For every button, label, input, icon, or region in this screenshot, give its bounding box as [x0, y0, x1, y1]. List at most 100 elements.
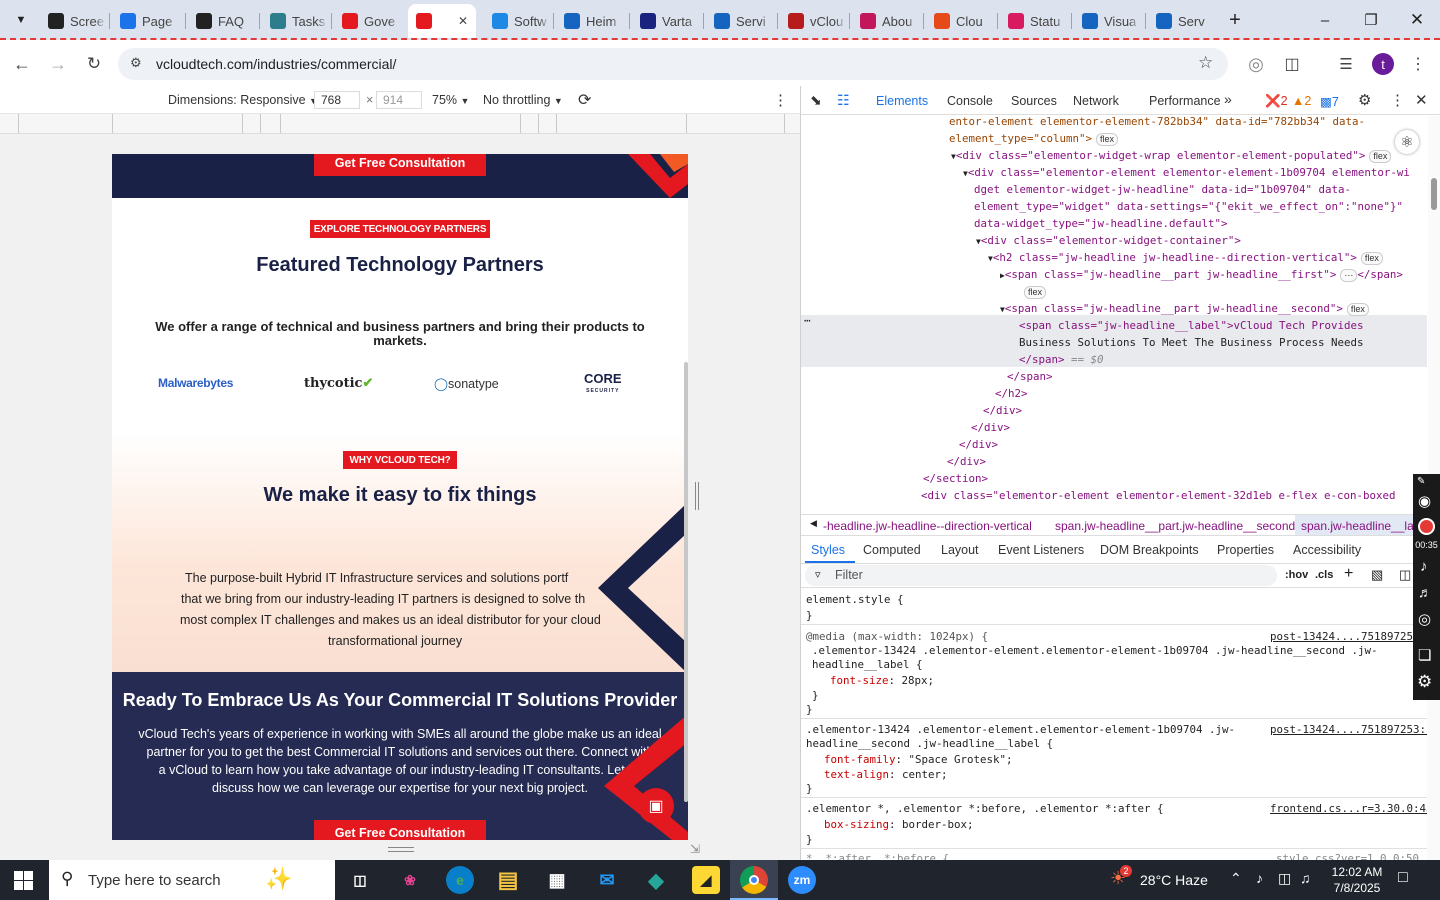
dom-line-3[interactable]: <div class="elementor-widget-wrap elemen…	[956, 149, 1366, 162]
css-property[interactable]: text-align	[824, 768, 889, 781]
dom-line-22[interactable]: </div>	[947, 455, 986, 468]
devtools-more-icon[interactable]: ⋮	[1390, 91, 1405, 109]
browser-tab[interactable]: Serv	[1148, 8, 1214, 34]
accessibility-icon[interactable]: ⚛	[1395, 130, 1419, 154]
task-view-icon[interactable]: ◫	[346, 866, 374, 894]
throttling-dropdown[interactable]: No throttling ▼	[483, 93, 563, 107]
flex-badge[interactable]: flex	[1096, 133, 1119, 146]
tab-elements[interactable]: Elements	[876, 94, 928, 108]
browser-tab[interactable]: Abou	[852, 8, 918, 34]
tray-mic-icon[interactable]: ♪	[1256, 870, 1263, 886]
new-tab-button[interactable]: +	[1220, 8, 1250, 32]
media-control-icon[interactable]: ☰	[1334, 52, 1358, 76]
style-selector[interactable]: .elementor-13424 .elementor-element.elem…	[812, 643, 1378, 658]
zoom-dropdown[interactable]: 75% ▼	[432, 93, 469, 107]
browser-tab[interactable]: Scree	[40, 8, 106, 34]
dom-line-8[interactable]: <div class="elementor-widget-container">	[981, 234, 1241, 247]
breadcrumb-item-3[interactable]: span.jw-headline__lab	[1295, 515, 1427, 535]
dom-line-10[interactable]: <span class="jw-headline__part jw-headli…	[1005, 268, 1337, 281]
browser-tab[interactable]: Varta	[632, 8, 698, 34]
css-property[interactable]: font-family	[824, 753, 896, 766]
forward-icon[interactable]: →	[46, 52, 70, 76]
media-query-ruler[interactable]	[0, 114, 800, 134]
sticky-notes-icon[interactable]: ◢	[692, 866, 720, 894]
tab-search-button[interactable]: ▼	[6, 8, 36, 32]
css-value[interactable]: center;	[902, 768, 948, 781]
dom-tree[interactable]: entor-element elementor-element-782bb34"…	[801, 115, 1427, 514]
devtools-settings-icon[interactable]: ⚙	[1358, 91, 1371, 109]
address-bar[interactable]: ⚙ vcloudtech.com/industries/commercial/ …	[118, 48, 1228, 80]
style-line[interactable]: element.style {	[806, 592, 904, 607]
mail-icon[interactable]: ✉	[593, 866, 621, 894]
dom-line-12[interactable]: <span class="jw-headline__part jw-headli…	[1005, 302, 1343, 315]
network-icon[interactable]: ◫	[1278, 870, 1291, 887]
app-diamond-icon[interactable]: ◆	[642, 866, 670, 894]
browser-tab[interactable]: Servi	[706, 8, 772, 34]
webcam-icon[interactable]: ◎	[1418, 610, 1431, 628]
browser-tab[interactable]: Gove	[334, 8, 400, 34]
rotate-icon[interactable]: ⟳	[578, 90, 591, 110]
warning-count[interactable]: ▲2	[1292, 94, 1311, 108]
dom-line-5[interactable]: dget elementor-widget-jw-headline" data-…	[974, 183, 1351, 196]
record-icon[interactable]	[1418, 518, 1435, 535]
resize-corner-icon[interactable]: ⇲	[690, 842, 700, 856]
tab-performance[interactable]: Performance	[1149, 94, 1221, 108]
dom-line-17[interactable]: </span>	[1007, 370, 1053, 383]
site-info-icon[interactable]: ⚙	[130, 55, 142, 71]
browser-tab[interactable]: Page	[112, 8, 178, 34]
tab-properties[interactable]: Properties	[1217, 543, 1274, 557]
browser-tab[interactable]: Heim	[556, 8, 622, 34]
windows-start-icon[interactable]	[14, 871, 34, 891]
dom-line-13[interactable]: <span class="jw-headline__label">vCloud …	[1019, 319, 1364, 332]
core-security-logo[interactable]: CORE SECURITY	[584, 372, 622, 397]
store-icon[interactable]: ▦	[543, 866, 571, 894]
dom-line-7[interactable]: data-widget_type="jw-headline.default">	[974, 217, 1228, 230]
restore-button[interactable]: ❐	[1356, 8, 1386, 32]
flex-badge[interactable]: flex	[1024, 286, 1047, 299]
browser-tab[interactable]: Clou	[926, 8, 992, 34]
tab-sources[interactable]: Sources	[1011, 94, 1057, 108]
dom-line-24[interactable]: <div class="elementor-element elementor-…	[921, 489, 1396, 502]
breadcrumb-left-arrow[interactable]: ◀	[810, 518, 817, 529]
style-selector[interactable]: headline__second .jw-headline__label {	[806, 736, 1053, 751]
css-value[interactable]: "Space Grotesk";	[909, 753, 1013, 766]
device-toggle-icon[interactable]: ☷	[837, 92, 850, 109]
thycotic-logo[interactable]: thycotic✔	[304, 376, 373, 391]
style-selector[interactable]: headline__label {	[812, 657, 923, 672]
malwarebytes-logo[interactable]: Malwarebytes	[158, 376, 233, 390]
flex-badge[interactable]: flex	[1369, 150, 1392, 163]
dom-line-6[interactable]: element_type="widget" data-settings="{"e…	[974, 200, 1403, 213]
dimensions-dropdown[interactable]: Dimensions: Responsive ▼	[168, 93, 318, 107]
dom-scrollbar[interactable]	[1428, 116, 1440, 512]
edge-icon[interactable]: e	[446, 866, 474, 894]
browser-tab[interactable]: Visua	[1074, 8, 1140, 34]
dom-line-4[interactable]: <div class="elementor-element elementor-…	[968, 166, 1410, 179]
website-preview[interactable]: Get Free Consultation EXPLORE TECHNOLOGY…	[112, 154, 688, 840]
tab-network[interactable]: Network	[1073, 94, 1119, 108]
styles-pane[interactable]: element.style { } @media (max-width: 102…	[801, 588, 1427, 860]
flex-badge[interactable]: flex	[1346, 303, 1369, 316]
breadcrumb-item-1[interactable]: -headline.jw-headline--direction-vertica…	[823, 519, 1032, 533]
windows-icon[interactable]: ❏	[1418, 646, 1431, 664]
browser-menu-icon[interactable]: ⋮	[1406, 52, 1430, 76]
breadcrumb-item-2[interactable]: span.jw-headline__part.jw-headline__seco…	[1055, 519, 1295, 533]
back-icon[interactable]: ←	[10, 52, 34, 76]
tab-dom-breakpoints[interactable]: DOM Breakpoints	[1100, 543, 1199, 557]
inspect-element-icon[interactable]: ⬊	[810, 92, 822, 109]
dom-line-19[interactable]: </div>	[983, 404, 1022, 417]
width-input[interactable]: 768	[314, 91, 360, 109]
speaker-icon[interactable]: ♬	[1418, 584, 1432, 600]
dom-line-15[interactable]: </span>	[1019, 353, 1065, 366]
translate-icon[interactable]: ◎	[1244, 52, 1268, 76]
style-source-link[interactable]: style.css?ver=1.0.0:50	[1276, 851, 1419, 860]
cta-button-bottom[interactable]: Get Free Consultation	[314, 820, 486, 840]
dom-line-23[interactable]: </section>	[923, 472, 988, 485]
file-explorer-icon[interactable]: ▤	[494, 866, 522, 894]
devtools-close-icon[interactable]: ✕	[1415, 91, 1428, 109]
tab-close-icon[interactable]: ✕	[458, 14, 468, 28]
notifications-icon[interactable]: □	[1398, 869, 1408, 887]
filter-input[interactable]: ▿ Filter	[805, 565, 1277, 586]
style-selector[interactable]: .elementor-13424 .elementor-element.elem…	[806, 722, 1235, 737]
clock[interactable]: 12:02 AM 7/8/2025	[1322, 864, 1392, 896]
style-selector[interactable]: *, *:after, *:before {	[806, 851, 949, 860]
